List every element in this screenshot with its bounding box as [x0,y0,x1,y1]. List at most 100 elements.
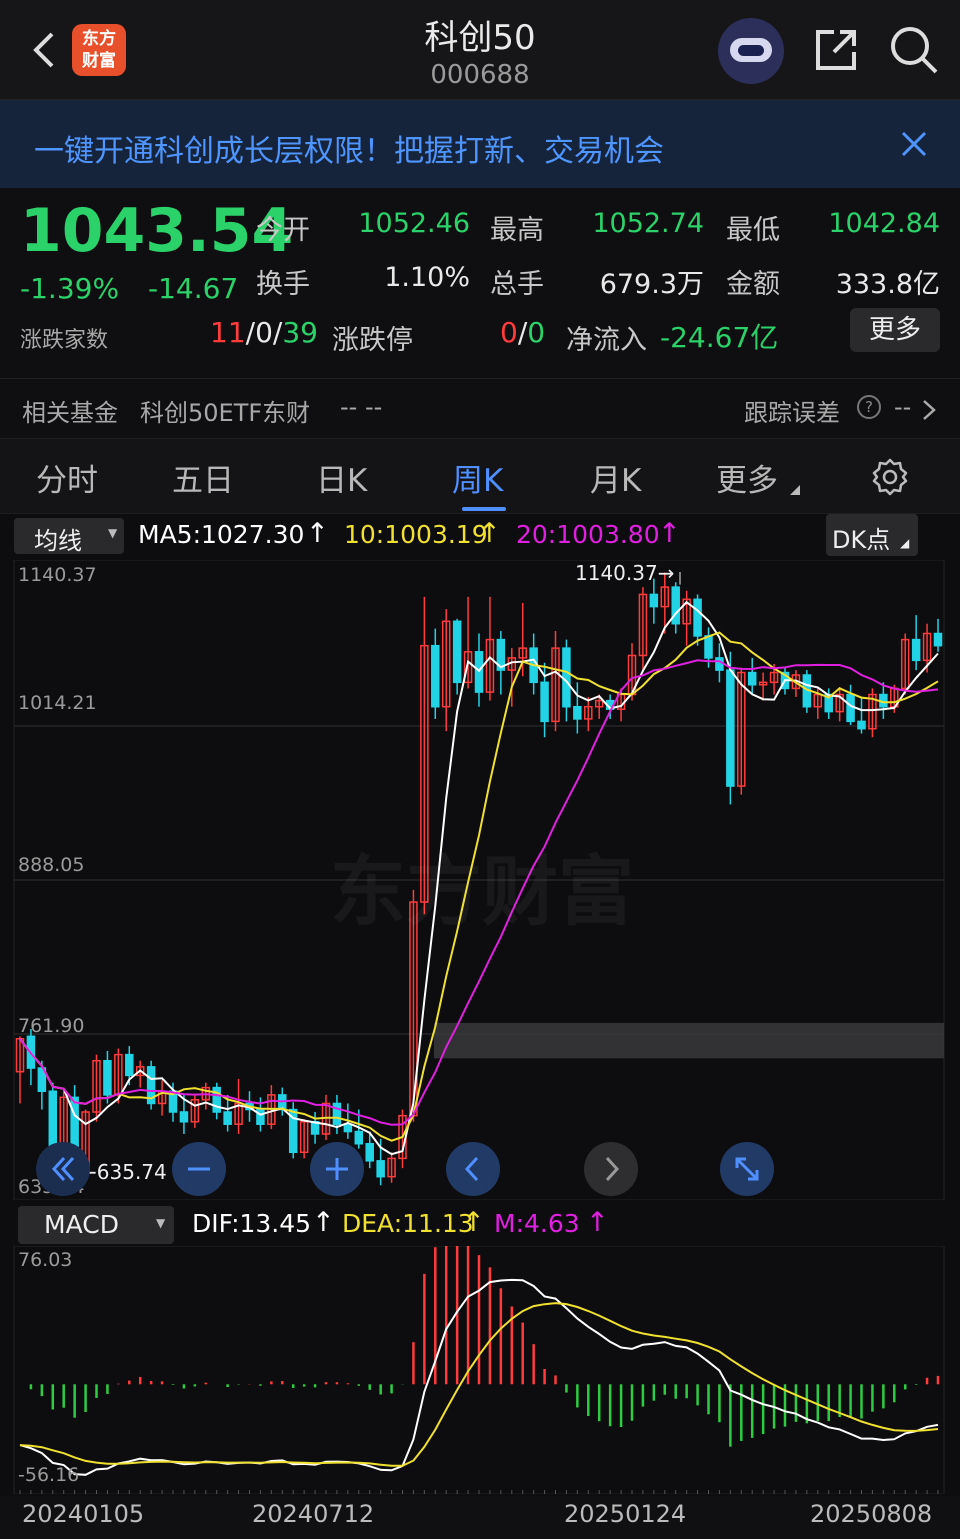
axis-label-4: 761.90 [18,1015,85,1037]
scroll-right-button[interactable] [584,1142,638,1196]
ma20-arrow-icon: ↑ [658,518,681,549]
axis-label-2: 1014.21 [18,692,97,714]
fund-row[interactable]: 相关基金 科创50ETF东财 -- -- 跟踪误差 ? -- [0,378,960,438]
candle-body [343,1123,353,1133]
turnover-value: 1.10% [384,262,470,293]
candle-body [693,598,702,637]
candle-body [573,705,582,720]
gear-icon[interactable] [870,457,910,497]
period-tabs: 分时 五日 日K 周K 月K 更多 [0,438,960,514]
tab-weekly-k[interactable]: 周K [452,455,503,500]
tab-intraday[interactable]: 分时 [36,455,98,500]
candle-body [933,632,943,647]
ma5-value: MA5:1027.30 [138,520,305,549]
change-percent: -1.39% [20,272,120,305]
macd-selector[interactable]: MACD ▼ [18,1206,174,1244]
open-value: 1052.46 [358,208,470,239]
breadth-values: 11/0/39 [210,316,318,349]
candle-body [223,1111,232,1125]
support-zone [434,1022,944,1059]
amount-label: 金额 [726,269,780,300]
back-icon[interactable] [30,30,58,70]
search-icon[interactable] [888,24,940,76]
min-annotation: ←635.74 [80,1160,167,1184]
banner-text[interactable]: 一键开通科创成长层权限！把握打新、交易机会 [34,126,664,170]
candle-body [562,647,571,708]
ma5-arrow-icon: ↑ [306,518,329,549]
scroll-left-button[interactable] [446,1142,500,1196]
watermark: 东方财富 [330,847,634,936]
macd-top-label: 76.03 [18,1249,73,1271]
share-icon[interactable] [812,26,860,74]
candle-body [846,693,855,723]
dk-point-button[interactable]: DK点 ◢ [826,514,918,556]
candle-body [704,635,713,659]
ma10-arrow-icon: ↑ [478,518,501,549]
axis-label-top: 1140.37 [18,564,97,586]
tab-more[interactable]: 更多 [716,455,778,500]
dif-value: DIF:13.45 [192,1209,312,1238]
date-label: 20240105 [22,1500,145,1528]
tab-daily-k[interactable]: 日K [316,455,367,500]
help-icon[interactable]: ? [857,395,881,419]
dif-arrow-icon: ↑ [312,1207,335,1238]
low-label: 最低 [726,215,780,246]
fullscreen-button[interactable] [720,1142,774,1196]
ma20-value: 20:1003.80 [516,520,660,549]
more-button[interactable]: 更多 [850,308,940,352]
candle-body [911,638,921,662]
m-value: M:4.63 [494,1209,580,1238]
zoom-in-button[interactable] [310,1142,364,1196]
netflow-value: -24.67亿 [660,321,779,354]
turnover-label: 换手 [256,269,310,300]
high-value: 1052.74 [592,208,704,239]
macd-bottom-label: -56.16 [18,1464,80,1486]
m-arrow-icon: ↑ [586,1207,609,1238]
app-logo: 东方 财富 [72,24,126,76]
candle-body [332,1102,342,1125]
candle-body [103,1059,112,1096]
top-bar: 东方 财富 科创50 000688 [0,0,960,100]
volume-label: 总手 [490,269,544,300]
date-axis: 20240105 20240712 20250124 20250808 [0,1496,960,1539]
open-label: 今开 [256,215,310,246]
promo-banner[interactable]: 一键开通科创成长层权限！把握打新、交易机会 [0,100,960,188]
candle-body [256,1108,265,1125]
date-label: 20250808 [810,1500,933,1528]
high-label: 最高 [490,215,544,246]
limit-label: 涨跌停 [332,325,413,356]
date-label: 20240712 [252,1500,375,1528]
tracking-value: -- [894,393,912,421]
dea-value: DEA:11.13 [342,1209,474,1238]
tab-five-day[interactable]: 五日 [172,455,234,500]
fund-label: 相关基金 [22,399,118,427]
max-annotation: 1140.37→ [575,561,675,585]
axis-label-3: 888.05 [18,854,85,876]
close-icon[interactable] [900,130,928,158]
macd-chart[interactable] [0,1246,960,1494]
limit-values: 0/0 [500,316,546,349]
volume-value: 679.3万 [599,269,704,300]
ma10-value: 10:1003.19 [344,520,488,549]
candle-body [376,1160,385,1178]
fund-name[interactable]: 科创50ETF东财 [140,393,310,428]
candle-body [452,620,462,684]
low-value: 1042.84 [828,208,940,239]
amount-value: 333.8亿 [835,269,940,300]
candle-body [857,720,866,730]
quote-panel: 1043.54 -1.39% -14.67 今开 1052.46 最高 1052… [0,188,960,438]
candle-body [125,1053,134,1077]
candle-body [715,657,724,671]
zoom-out-button[interactable] [172,1142,226,1196]
fund-value: -- -- [340,393,383,421]
tab-monthly-k[interactable]: 月K [590,455,641,500]
candle-body [540,681,549,723]
candle-body [179,1111,189,1123]
indicator-selector[interactable]: 均线 ▼ [14,518,124,555]
active-tab-indicator [462,507,506,511]
assistant-robot-icon[interactable] [718,18,784,84]
candle-body [649,593,659,608]
date-label: 20250124 [564,1500,687,1528]
netflow-label: 净流入 [566,325,647,356]
scroll-start-button[interactable] [36,1142,90,1196]
